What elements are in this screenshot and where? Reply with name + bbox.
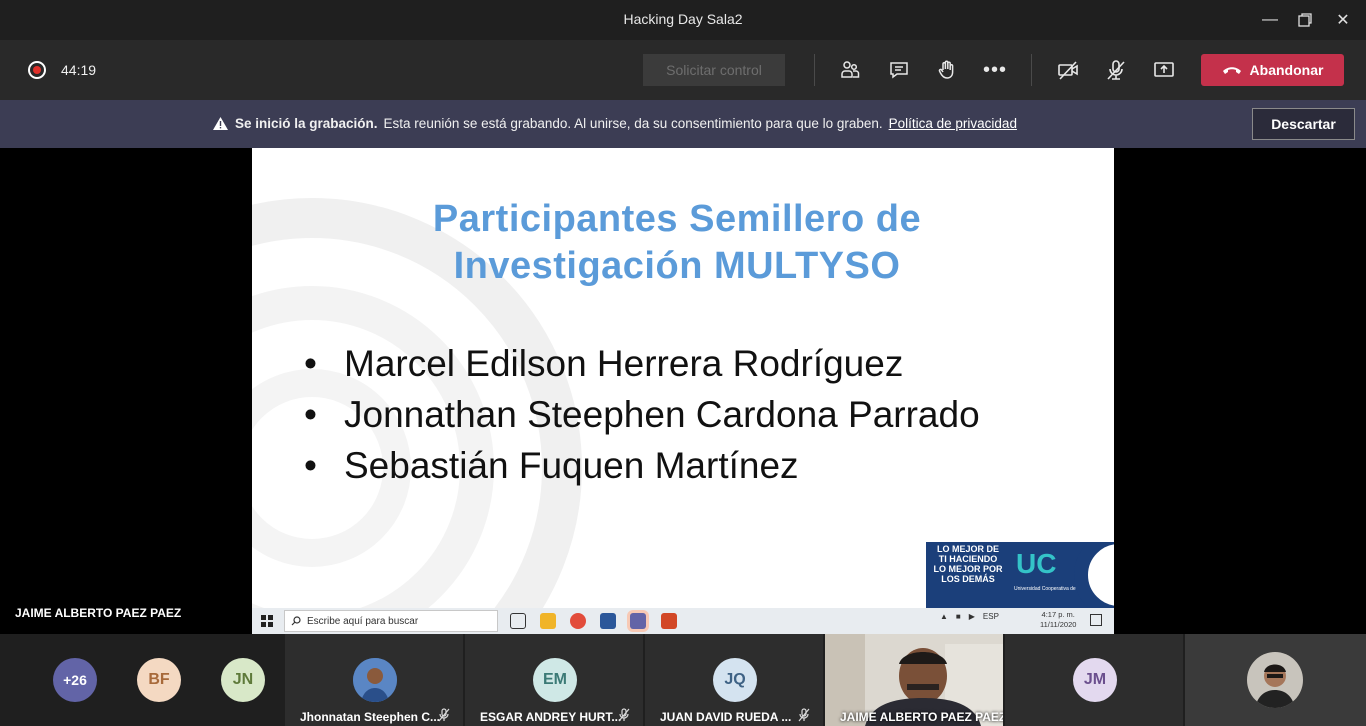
mic-off-icon <box>618 708 630 722</box>
windows-start-icon <box>261 615 273 627</box>
request-control-button[interactable]: Solicitar control <box>643 54 785 86</box>
participant-tile[interactable]: JQ JUAN DAVID RUEDA ... <box>645 634 823 726</box>
mic-off-icon <box>438 708 450 722</box>
teams-icon <box>630 613 646 629</box>
taskbar-search-placeholder: Escribe aquí para buscar <box>307 615 419 627</box>
leave-button[interactable]: Abandonar <box>1201 54 1344 86</box>
window-title: Hacking Day Sala2 <box>623 11 743 27</box>
avatar <box>1247 652 1303 708</box>
participant-name: JUAN DAVID RUEDA ... <box>660 710 792 724</box>
participant-video-tile[interactable]: JAIME ALBERTO PAEZ PAEZ <box>825 634 1003 726</box>
slide-title-line: Investigación MULTYSO <box>453 245 901 287</box>
presentation-slide: Participantes Semillero de Investigación… <box>252 148 1114 608</box>
avatar <box>353 658 397 702</box>
raise-hand-icon[interactable] <box>933 56 961 84</box>
close-icon[interactable]: ✕ <box>1320 6 1366 34</box>
list-item: • Sebastián Fuquen Martínez <box>304 445 799 486</box>
taskbar-date: 11/11/2020 <box>1040 620 1077 629</box>
mic-off-icon <box>798 708 810 722</box>
system-tray: ▲ ■ ▶ ESP <box>940 612 999 621</box>
camera-off-icon[interactable] <box>1054 56 1082 84</box>
meeting-toolbar: 44:19 Solicitar control ••• Abandonar <box>0 40 1366 100</box>
list-item: • Jonnathan Steephen Cardona Parrado <box>304 394 980 435</box>
logo-motto: LO MEJOR DE TI HACIENDO LO MEJOR POR LOS… <box>933 544 1003 584</box>
recording-icon <box>28 61 46 79</box>
university-logo: LO MEJOR DE TI HACIENDO LO MEJOR POR LOS… <box>926 542 1114 608</box>
word-icon <box>600 613 616 629</box>
self-view-tile[interactable] <box>1185 634 1366 726</box>
privacy-policy-link[interactable]: Política de privacidad <box>889 116 1017 131</box>
taskbar-search: Escribe aquí para buscar <box>284 610 498 632</box>
slide-title: Participantes Semillero de Investigación… <box>252 196 1102 290</box>
more-participants-button[interactable]: +26 <box>53 658 97 702</box>
chevron-up-icon: ▲ <box>940 612 948 621</box>
mic-off-icon[interactable] <box>1102 56 1130 84</box>
toolbar-divider <box>1031 54 1032 86</box>
avatar: JM <box>1073 658 1117 702</box>
avatar: JQ <box>713 658 757 702</box>
network-icon: ■ <box>955 612 961 621</box>
participants-icon[interactable] <box>836 56 864 84</box>
logo-arc <box>1074 542 1114 608</box>
participant-list: • Marcel Edilson Herrera Rodríguez • Jonna… <box>304 338 980 491</box>
toolbar-divider <box>814 54 815 86</box>
chat-icon[interactable] <box>885 56 913 84</box>
list-item: • Marcel Edilson Herrera Rodríguez <box>304 343 904 384</box>
powerpoint-icon <box>661 613 677 629</box>
recording-notice: Se inició la grabación. Esta reunión se … <box>212 116 1017 131</box>
task-view-icon <box>510 613 526 629</box>
participant-name: Jhonnatan Steephen C... <box>300 710 441 724</box>
search-icon <box>291 616 301 626</box>
hang-up-icon <box>1222 67 1241 74</box>
dismiss-button[interactable]: Descartar <box>1252 108 1355 140</box>
title-bar: Hacking Day Sala2 — ✕ <box>0 0 1366 40</box>
leave-label: Abandonar <box>1249 62 1324 78</box>
participant-tile[interactable]: JM <box>1005 634 1183 726</box>
language-indicator: ESP <box>982 612 999 621</box>
notifications-icon <box>1090 614 1102 626</box>
meeting-timer: 44:19 <box>61 62 97 78</box>
participant-tile[interactable]: EM ESGAR ANDREY HURT... <box>465 634 643 726</box>
more-options-icon[interactable]: ••• <box>981 56 1009 84</box>
slide-title-line: Participantes Semillero de <box>432 198 922 240</box>
recording-banner: Se inició la grabación. Esta reunión se … <box>0 100 1366 148</box>
avatar[interactable]: BF <box>137 658 181 702</box>
volume-icon: ▶ <box>968 612 975 621</box>
share-screen-icon[interactable] <box>1150 56 1178 84</box>
taskbar-clock: 4:17 p. m. 11/11/2020 <box>1040 610 1076 630</box>
chrome-icon <box>570 613 586 629</box>
warning-icon <box>213 117 228 130</box>
file-explorer-icon <box>540 613 556 629</box>
logo-brand: UC <box>1016 548 1057 579</box>
recording-consent-text: Esta reunión se está grabando. Al unirse… <box>383 116 883 131</box>
participant-name: JAIME ALBERTO PAEZ PAEZ <box>840 710 1003 724</box>
participant-name: ESGAR ANDREY HURT... <box>480 710 622 724</box>
taskbar-time: 4:17 p. m. <box>1041 610 1075 619</box>
recording-started-text: Se inició la grabación. <box>235 116 378 131</box>
avatar[interactable]: JN <box>221 658 265 702</box>
shared-screen-taskbar: Escribe aquí para buscar ▲ ■ ▶ ESP 4:17 … <box>252 608 1114 634</box>
avatar: EM <box>533 658 577 702</box>
participant-tile[interactable]: Jhonnatan Steephen C... <box>285 634 463 726</box>
active-speaker-name: JAIME ALBERTO PAEZ PAEZ <box>15 606 182 620</box>
